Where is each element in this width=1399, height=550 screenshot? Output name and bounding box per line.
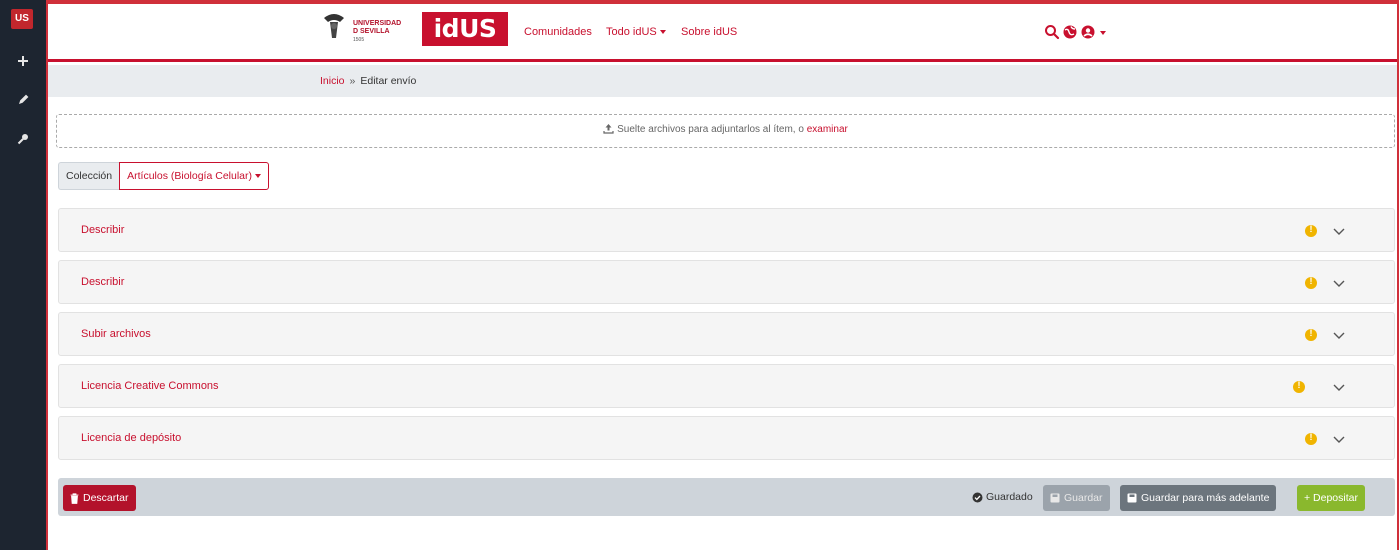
main-content: UNIVERSIDAD D SEVILLA 1505 idUS Comunida… (46, 0, 1399, 550)
save-for-later-button[interactable]: Guardar para más adelante (1120, 485, 1277, 511)
warning-icon (1305, 224, 1317, 237)
nav-sobre-idus[interactable]: Sobre idUS (681, 26, 737, 38)
upload-icon (603, 124, 614, 134)
chevron-down-icon[interactable] (1332, 432, 1346, 446)
app-frame: US UNIVERSIDAD D SEVILLA 1505 idUS Comun… (0, 0, 1399, 550)
chevron-down-icon[interactable] (1332, 276, 1346, 290)
section-licencia-deposito[interactable]: Licencia de depósito (58, 416, 1395, 460)
section-describir-1[interactable]: Describir (58, 208, 1395, 252)
section-describir-2[interactable]: Describir (58, 260, 1395, 304)
section-title: Licencia Creative Commons (81, 380, 219, 392)
brand-logo[interactable]: US (11, 9, 33, 29)
floppy-disk-icon (1127, 493, 1137, 503)
breadcrumb-home-link[interactable]: Inicio (320, 75, 345, 87)
discard-button[interactable]: Descartar (63, 485, 136, 511)
plus-icon[interactable] (0, 50, 46, 72)
globe-icon[interactable] (1062, 24, 1078, 40)
action-bar: Descartar Guardado Guardar Guardar para … (58, 478, 1395, 516)
search-icon[interactable] (1044, 24, 1060, 40)
section-title: Describir (81, 276, 125, 288)
breadcrumb: Inicio» Editar envío (48, 65, 1397, 97)
nav-comunidades[interactable]: Comunidades (524, 26, 592, 38)
chevron-down-icon[interactable] (1332, 380, 1346, 394)
warning-icon (1305, 328, 1317, 341)
chevron-down-icon[interactable] (1100, 31, 1106, 35)
section-title: Licencia de depósito (81, 432, 182, 444)
dropzone-text: Suelte archivos para adjuntarlos al ítem… (617, 124, 804, 135)
floppy-disk-icon (1050, 493, 1060, 503)
section-title: Subir archivos (81, 328, 151, 340)
collection-label: Colección (58, 162, 120, 190)
check-circle-icon (972, 492, 983, 502)
university-seal-icon[interactable] (320, 12, 348, 42)
section-title: Describir (81, 224, 125, 236)
warning-icon (1305, 432, 1317, 445)
save-button[interactable]: Guardar (1043, 485, 1110, 511)
trash-icon (70, 492, 79, 504)
browse-link[interactable]: examinar (807, 124, 848, 135)
section-licencia-cc[interactable]: Licencia Creative Commons (58, 364, 1395, 408)
saved-status: Guardado (972, 491, 1033, 503)
deposit-button[interactable]: + Depositar (1297, 485, 1365, 511)
key-icon[interactable] (0, 128, 46, 150)
breadcrumb-current: Editar envío (360, 75, 417, 87)
file-dropzone[interactable]: Suelte archivos para adjuntarlos al ítem… (56, 114, 1395, 148)
top-header: UNIVERSIDAD D SEVILLA 1505 idUS Comunida… (48, 4, 1397, 62)
collection-selector: Colección Artículos (Biología Celular) (58, 162, 269, 190)
user-icon[interactable] (1080, 24, 1096, 40)
warning-icon (1293, 380, 1305, 393)
nav-todo-idus[interactable]: Todo idUS (606, 26, 666, 38)
chevron-down-icon[interactable] (1332, 328, 1346, 342)
collection-dropdown[interactable]: Artículos (Biología Celular) (119, 162, 269, 190)
admin-sidebar: US (0, 0, 46, 550)
chevron-down-icon (659, 30, 666, 35)
idus-logo[interactable]: idUS (422, 12, 508, 46)
chevron-down-icon[interactable] (1332, 224, 1346, 238)
warning-icon (1305, 276, 1317, 289)
university-name: UNIVERSIDAD D SEVILLA 1505 (353, 20, 402, 43)
pencil-icon[interactable] (0, 89, 46, 111)
chevron-down-icon (255, 174, 261, 179)
section-subir-archivos[interactable]: Subir archivos (58, 312, 1395, 356)
